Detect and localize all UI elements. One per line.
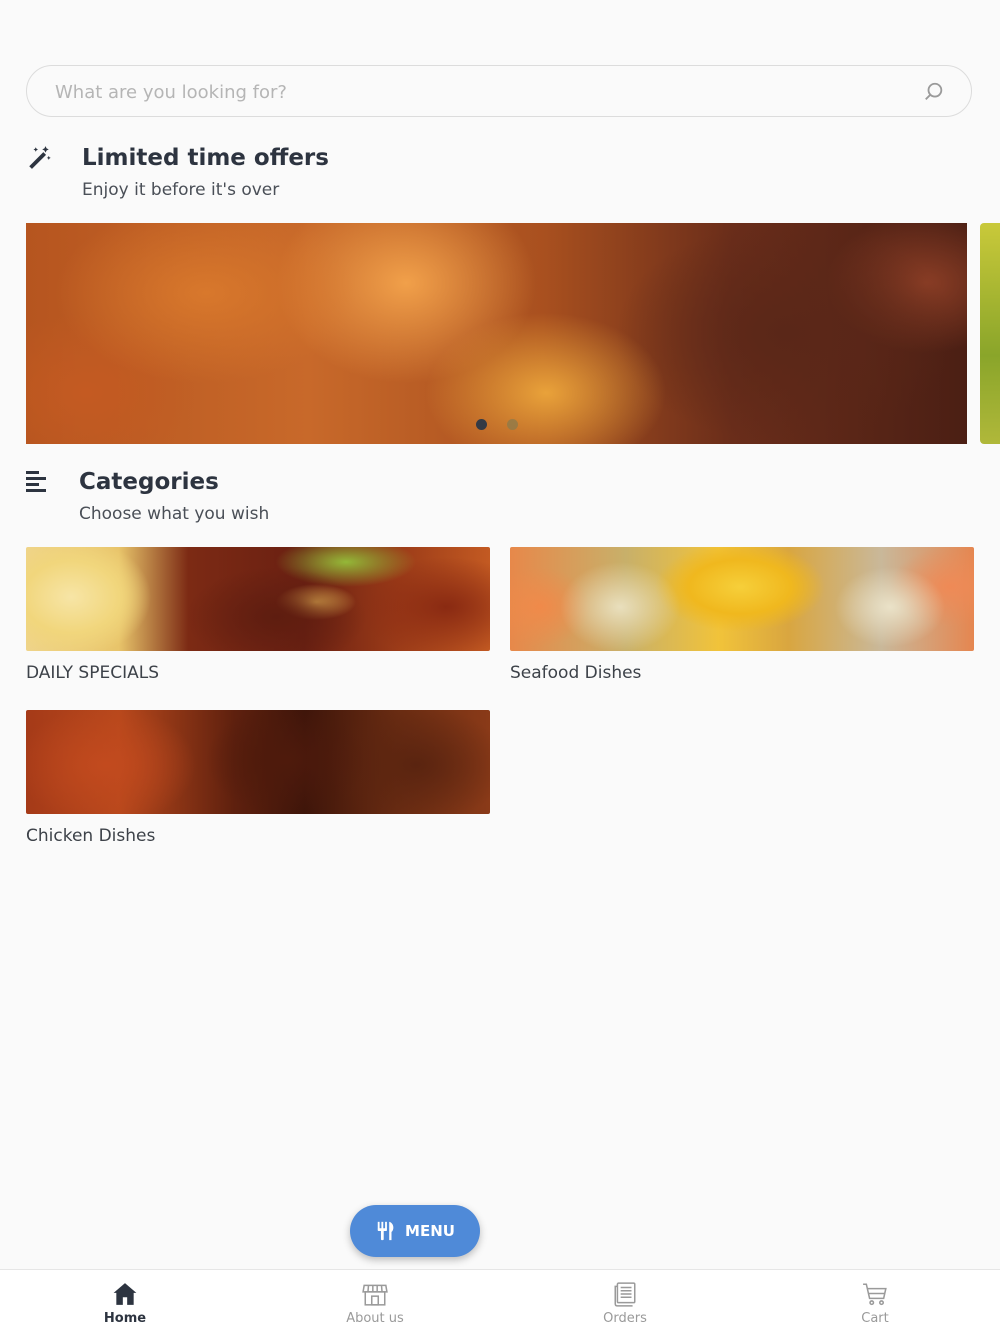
nav-cart-label: Cart (861, 1311, 889, 1326)
offers-carousel[interactable] (26, 223, 967, 444)
search-icon[interactable] (923, 81, 945, 103)
carousel-indicator (26, 419, 967, 430)
offer-slide-image[interactable] (26, 223, 967, 444)
category-chicken-image[interactable] (26, 710, 490, 814)
menu-button-label: MENU (405, 1222, 455, 1240)
search-input[interactable] (53, 66, 917, 118)
offers-title: Limited time offers (82, 145, 329, 171)
categories-title: Categories (79, 469, 219, 495)
nav-home-label: Home (103, 1311, 147, 1326)
nav-orders-label: Orders (603, 1311, 647, 1326)
menu-button[interactable]: MENU (350, 1205, 480, 1257)
store-icon (362, 1284, 388, 1306)
offer-slide-next-preview[interactable] (980, 223, 1000, 444)
list-lines-icon (26, 471, 46, 492)
category-chicken-label[interactable]: Chicken Dishes (26, 826, 155, 846)
home-icon (113, 1283, 137, 1305)
search-bar[interactable] (26, 65, 972, 118)
orders-icon (614, 1282, 636, 1307)
fork-knife-icon (377, 1221, 394, 1241)
nav-home[interactable]: Home (0, 1270, 250, 1335)
cart-icon (863, 1283, 887, 1306)
offers-subtitle: Enjoy it before it's over (82, 180, 280, 200)
category-seafood-label[interactable]: Seafood Dishes (510, 663, 641, 683)
carousel-dot-active[interactable] (475, 419, 487, 430)
carousel-dot[interactable] (506, 419, 518, 430)
nav-about-us[interactable]: About us (250, 1270, 500, 1335)
nav-cart[interactable]: Cart (750, 1270, 1000, 1335)
nav-orders[interactable]: Orders (500, 1270, 750, 1335)
category-daily-specials-label[interactable]: DAILY SPECIALS (26, 663, 159, 683)
magic-wand-icon (29, 146, 51, 169)
category-daily-specials-image[interactable] (26, 547, 490, 651)
categories-subtitle: Choose what you wish (79, 504, 270, 524)
category-seafood-image[interactable] (510, 547, 974, 651)
nav-about-us-label: About us (346, 1311, 404, 1326)
bottom-navigation: Home About us Orders Cart (0, 1269, 1000, 1335)
